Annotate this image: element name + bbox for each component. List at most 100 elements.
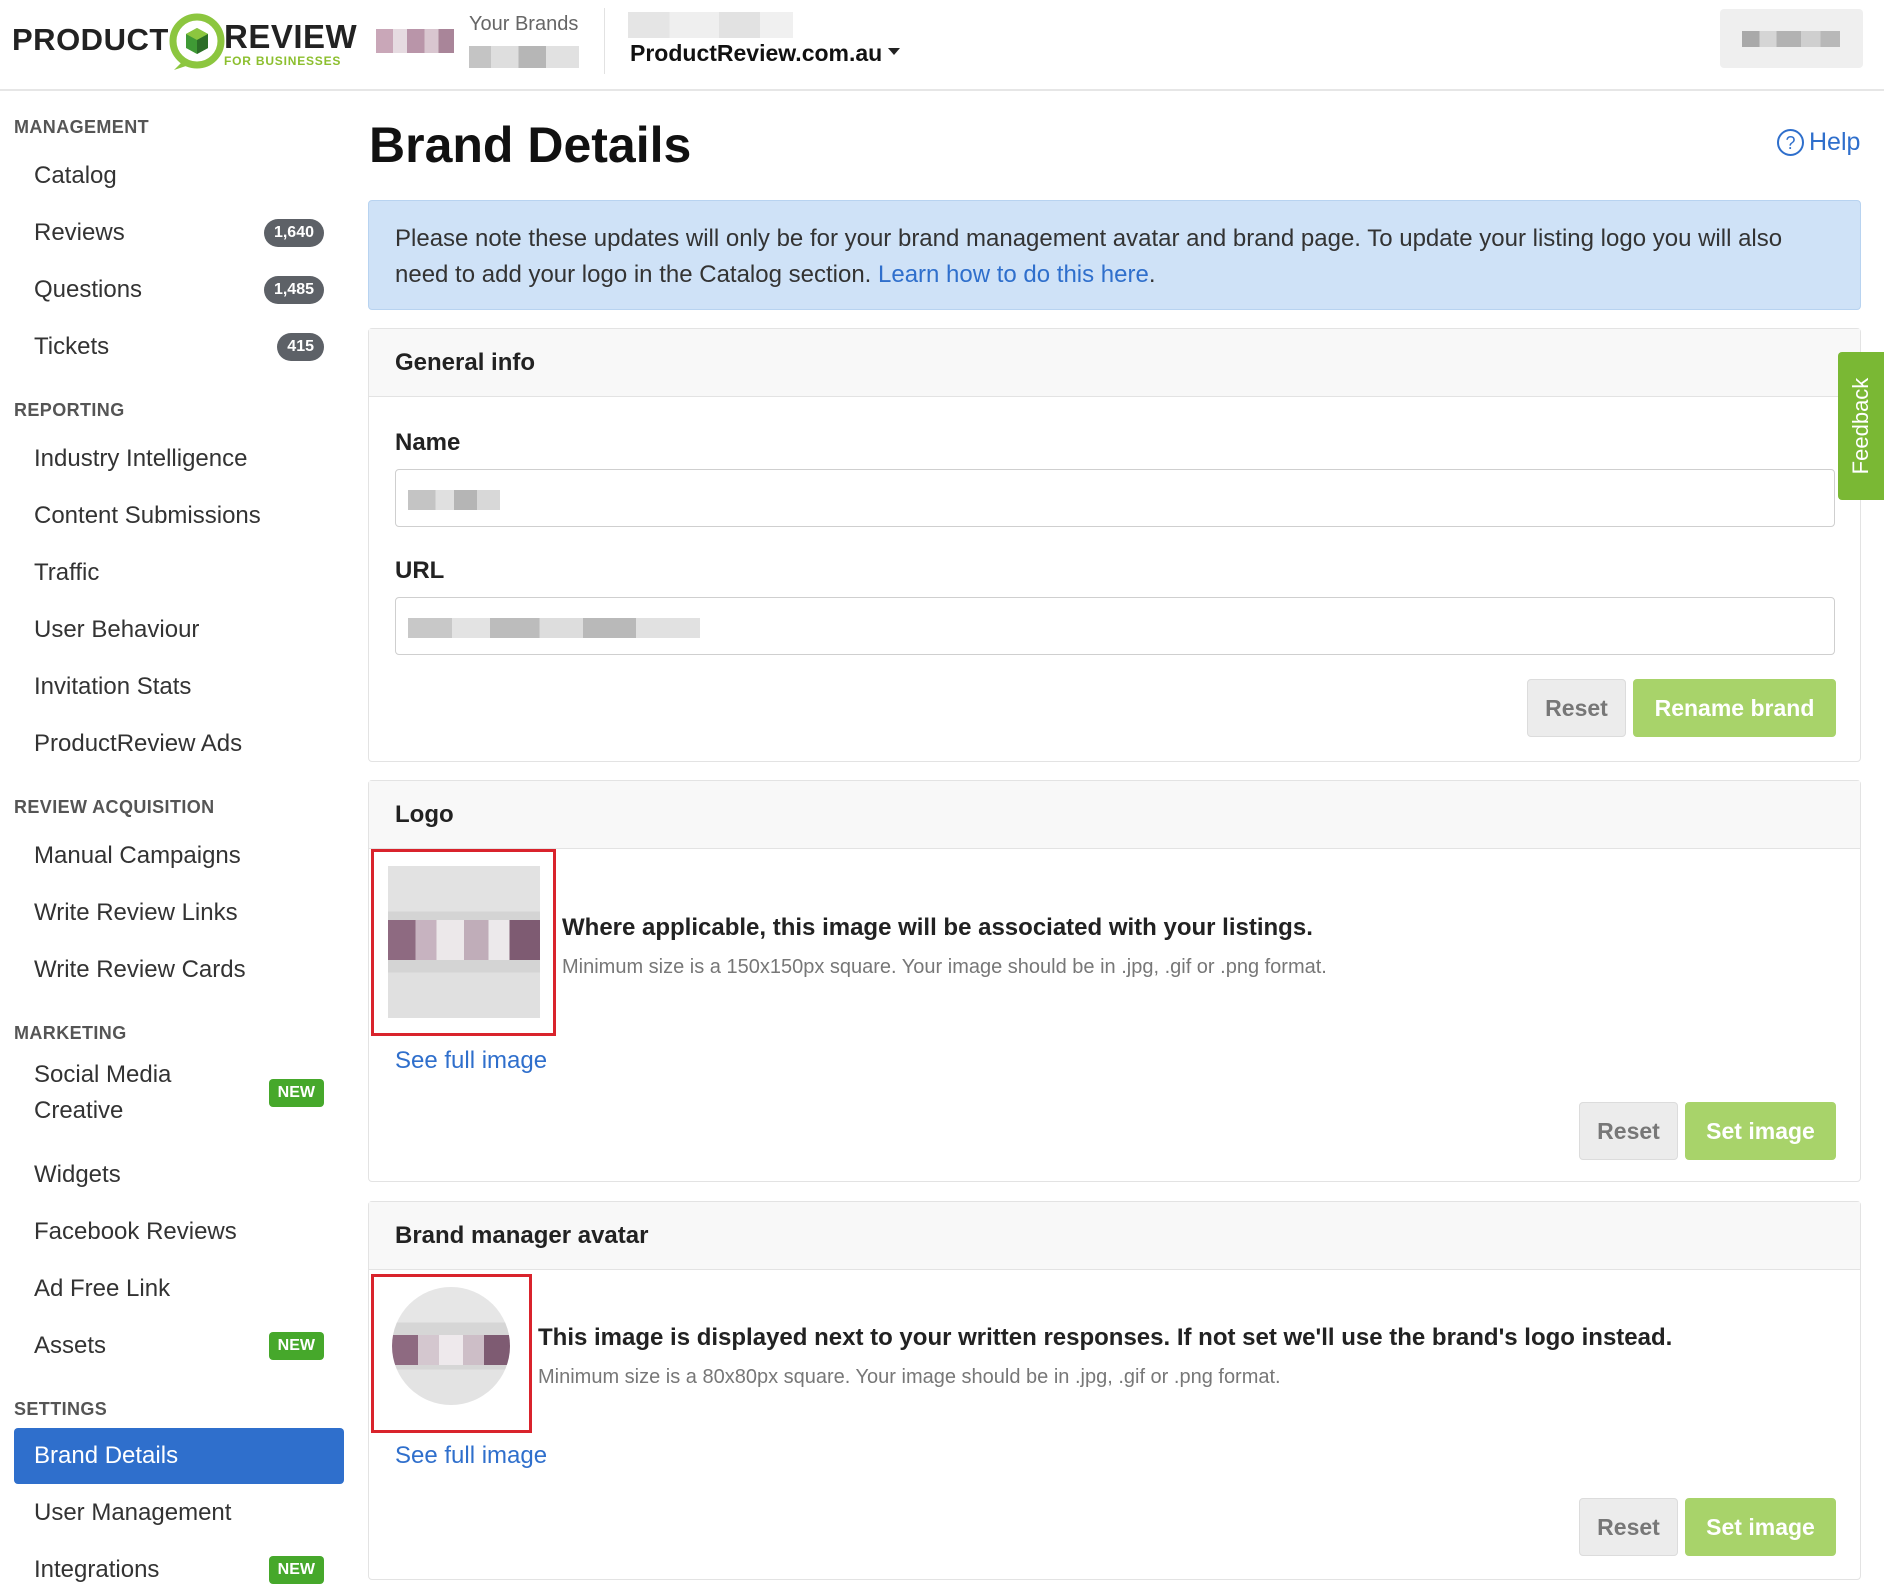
help-link[interactable]: ? Help [1777, 128, 1860, 157]
sidebar-item-label: Ad Free Link [34, 1275, 171, 1302]
new-badge: NEW [268, 1079, 324, 1107]
sidebar-item-label: Reviews [34, 219, 125, 246]
sidebar-item-content-submissions[interactable]: Content Submissions [14, 488, 344, 544]
rename-brand-button[interactable]: Rename brand [1633, 679, 1836, 737]
sidebar-item-user-behaviour[interactable]: User Behaviour [14, 602, 344, 658]
sidebar-item-write-review-cards[interactable]: Write Review Cards [14, 942, 344, 998]
avatar-header: Brand manager avatar [369, 1202, 1860, 1270]
site-selector-dropdown[interactable]: ProductReview.com.au [630, 40, 901, 67]
sidebar-item-ad-free-link[interactable]: Ad Free Link [14, 1261, 344, 1317]
logo-image-frame[interactable] [371, 849, 556, 1036]
new-badge: NEW [268, 1556, 324, 1584]
logo-card: Logo Where applicable, this image will b… [368, 780, 1861, 1182]
sidebar-item-label: Manual Campaigns [34, 842, 241, 869]
avatar-description: This image is displayed next to your wri… [538, 1324, 1673, 1351]
page-title: Brand Details [369, 117, 692, 173]
sidebar-item-label: Facebook Reviews [34, 1218, 237, 1245]
reviews-count-badge: 1,640 [263, 219, 324, 247]
reset-avatar-button[interactable]: Reset [1579, 1498, 1678, 1556]
new-badge: NEW [268, 1332, 324, 1360]
logo-header: Logo [369, 781, 1860, 849]
sidebar-item-brand-details[interactable]: Brand Details [14, 1428, 344, 1484]
feedback-tab[interactable]: Feedback [1838, 352, 1884, 500]
question-circle-icon: ? [1777, 129, 1804, 156]
sidebar-item-widgets[interactable]: Widgets [14, 1147, 344, 1203]
section-reporting: REPORTING [14, 400, 125, 420]
name-label: Name [395, 429, 461, 456]
questions-count-badge: 1,485 [263, 276, 324, 304]
productreview-logo[interactable]: PRODUCT REVIEW FOR BUSINESSES [12, 10, 357, 76]
account-name-redacted [628, 12, 793, 38]
sidebar-item-catalog[interactable]: Catalog [14, 148, 344, 204]
avatar-image-redacted [392, 1287, 510, 1405]
sidebar-item-invitation-stats[interactable]: Invitation Stats [14, 659, 344, 715]
logo-text-product: PRODUCT [12, 22, 169, 57]
sidebar-item-tickets[interactable]: Tickets 415 [14, 319, 344, 375]
name-input[interactable] [395, 469, 1835, 527]
sidebar-item-social-media-creative[interactable]: Social Media Creative NEW [14, 1052, 344, 1134]
logo-text-review: REVIEW [224, 18, 358, 55]
sidebar-item-user-management[interactable]: User Management [14, 1485, 344, 1541]
avatar-size-hint: Minimum size is a 80x80px square. Your i… [538, 1366, 1281, 1388]
reset-logo-button[interactable]: Reset [1579, 1102, 1678, 1160]
sidebar-item-label: Social Media Creative [34, 1057, 171, 1129]
name-value-redacted [408, 490, 500, 510]
top-header: PRODUCT REVIEW FOR BUSINESSES Your Brand… [0, 0, 1884, 91]
tickets-count-badge: 415 [277, 333, 324, 361]
sidebar-item-label: Tickets [34, 333, 110, 360]
section-marketing: MARKETING [14, 1023, 127, 1043]
reset-name-button[interactable]: Reset [1527, 679, 1626, 737]
logo-see-full-image-link[interactable]: See full image [395, 1047, 547, 1075]
section-management: MANAGEMENT [14, 117, 149, 137]
sidebar-item-facebook-reviews[interactable]: Facebook Reviews [14, 1204, 344, 1260]
sidebar-item-label: ProductReview Ads [34, 730, 243, 757]
avatar-image-frame[interactable] [371, 1274, 532, 1433]
sidebar-item-traffic[interactable]: Traffic [14, 545, 344, 601]
site-selector-label: ProductReview.com.au [630, 40, 883, 66]
info-notice: Please note these updates will only be f… [368, 200, 1861, 310]
url-value-redacted [408, 618, 700, 638]
notice-end: . [1148, 261, 1156, 288]
sidebar-item-productreview-ads[interactable]: ProductReview Ads [14, 716, 344, 772]
sidebar-item-label: User Behaviour [34, 616, 200, 643]
set-avatar-image-button[interactable]: Set image [1685, 1498, 1836, 1556]
logo-description: Where applicable, this image will be ass… [562, 914, 1313, 941]
logo-subtitle: FOR BUSINESSES [224, 54, 342, 68]
sidebar-item-industry-intelligence[interactable]: Industry Intelligence [14, 431, 344, 487]
sidebar-item-label-line2: Creative [34, 1097, 124, 1124]
feedback-label: Feedback [1848, 377, 1873, 475]
learn-how-link[interactable]: Learn how to do this here [878, 261, 1149, 288]
help-label: Help [1809, 128, 1861, 156]
your-brands-value-redacted[interactable] [469, 46, 579, 68]
sidebar-item-label-line1: Social Media [34, 1061, 172, 1088]
brand-thumbnail[interactable] [376, 29, 454, 53]
url-input[interactable] [395, 597, 1835, 655]
avatar-see-full-image-link[interactable]: See full image [395, 1442, 547, 1470]
general-info-card: General info Name URL Reset Rename brand [368, 328, 1861, 762]
caret-down-icon [888, 48, 901, 56]
sidebar-nav: MANAGEMENT Catalog Reviews 1,640 Question… [0, 93, 352, 1592]
sidebar-item-label: Write Review Cards [34, 956, 246, 983]
section-review-acquisition: REVIEW ACQUISITION [14, 797, 215, 817]
url-label: URL [395, 557, 445, 584]
header-divider [604, 8, 605, 74]
sidebar-item-label: User Management [34, 1499, 232, 1526]
user-menu-button[interactable] [1720, 9, 1863, 68]
sidebar-item-questions[interactable]: Questions 1,485 [14, 262, 344, 318]
sidebar-item-write-review-links[interactable]: Write Review Links [14, 885, 344, 941]
sidebar-item-manual-campaigns[interactable]: Manual Campaigns [14, 828, 344, 884]
your-brands-label: Your Brands [469, 13, 579, 35]
logo-image-redacted [388, 866, 540, 1018]
set-logo-image-button[interactable]: Set image [1685, 1102, 1836, 1160]
general-info-header: General info [369, 329, 1860, 397]
logo-speech-bubble-icon [169, 13, 225, 70]
sidebar-item-reviews[interactable]: Reviews 1,640 [14, 205, 344, 261]
sidebar-item-integrations[interactable]: Integrations NEW [14, 1542, 344, 1592]
sidebar-item-label: Widgets [34, 1161, 121, 1188]
sidebar-item-assets[interactable]: Assets NEW [14, 1318, 344, 1374]
logo-size-hint: Minimum size is a 150x150px square. Your… [562, 956, 1327, 978]
sidebar-item-label: Questions [34, 276, 143, 303]
sidebar-item-label: Catalog [34, 162, 117, 189]
sidebar-item-label: Assets [34, 1332, 107, 1359]
sidebar-item-label: Industry Intelligence [34, 445, 248, 472]
